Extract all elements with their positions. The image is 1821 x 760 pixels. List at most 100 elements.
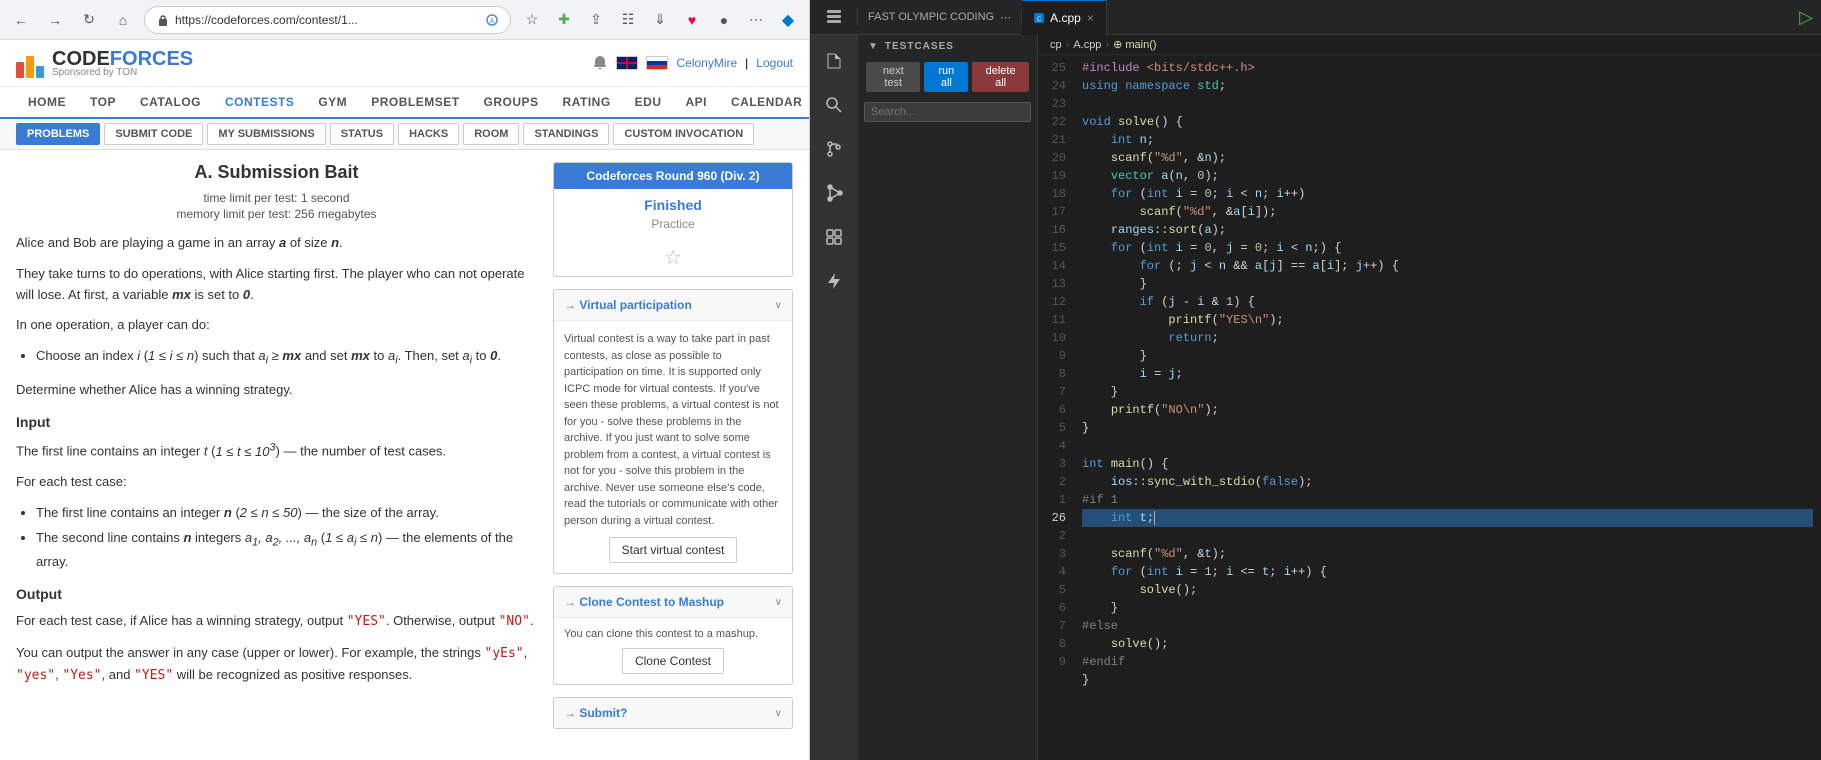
- submit-chevron: ∨: [775, 708, 782, 719]
- tab-close-btn[interactable]: ×: [1087, 11, 1094, 25]
- contest-status: Finished Practice: [554, 189, 792, 239]
- star-row: ☆: [554, 239, 792, 276]
- subnav-status[interactable]: STATUS: [330, 123, 394, 145]
- subnav-custom-invocation[interactable]: CUSTOM INVOCATION: [613, 123, 754, 145]
- profile2-button[interactable]: ●: [711, 7, 737, 33]
- next-test-button[interactable]: next test: [866, 62, 920, 92]
- ru-flag: [646, 56, 668, 70]
- home-button[interactable]: ⌂: [110, 7, 136, 33]
- vscode-sidebar-toggle[interactable]: [810, 8, 858, 26]
- nav-api[interactable]: API: [674, 87, 720, 117]
- bookmark-button[interactable]: ☆: [519, 7, 545, 33]
- nav-catalog[interactable]: CATALOG: [128, 87, 213, 117]
- memory-limit: memory limit per test: 256 megabytes: [16, 207, 537, 221]
- address-bar[interactable]: https://codeforces.com/contest/1... A: [144, 6, 511, 34]
- collections-button[interactable]: ☷: [615, 7, 641, 33]
- username-link[interactable]: CelonyMire: [676, 56, 737, 70]
- subnav-submit-code[interactable]: SUBMIT CODE: [104, 123, 203, 145]
- virtual-body: Virtual contest is a way to take part in…: [554, 321, 792, 573]
- contest-status-practice[interactable]: Practice: [562, 217, 784, 231]
- clone-contest-button[interactable]: Clone Contest: [622, 648, 724, 674]
- profile-button[interactable]: ♥: [679, 7, 705, 33]
- clone-contest-box: → Clone Contest to Mashup ∨ You can clon…: [553, 586, 793, 685]
- extensions-button[interactable]: ✚: [551, 7, 577, 33]
- vscode-tabs: FAST OLYMPIC CODING ⋯ C A.cpp × ▷: [810, 0, 1821, 35]
- run-all-button[interactable]: run all: [924, 62, 968, 92]
- explorer-icon: [825, 8, 843, 26]
- cf-header-right: CelonyMire | Logout: [592, 55, 793, 71]
- favorite-star[interactable]: ☆: [664, 245, 682, 270]
- activity-search[interactable]: [816, 87, 852, 123]
- subnav-my-submissions[interactable]: MY SUBMISSIONS: [207, 123, 325, 145]
- run-button[interactable]: ▷: [1799, 7, 1813, 28]
- contest-status-finished[interactable]: Finished: [562, 197, 784, 213]
- nav-top[interactable]: TOP: [78, 87, 128, 117]
- share-button[interactable]: ⇪: [583, 7, 609, 33]
- activity-source-control[interactable]: [816, 131, 852, 167]
- submit-header[interactable]: → Submit? ∨: [554, 698, 792, 728]
- activity-files[interactable]: [816, 43, 852, 79]
- section-input: Input: [16, 411, 537, 433]
- tab-a-cpp[interactable]: C A.cpp ×: [1022, 0, 1107, 35]
- nav-gym[interactable]: GYM: [306, 87, 359, 117]
- code-content[interactable]: #include <bits/stdc++.h> using namespace…: [1074, 55, 1821, 760]
- certificate-icon: A: [486, 14, 498, 26]
- virtual-participation-header[interactable]: → Virtual participation ∨: [554, 290, 792, 321]
- fast-olympic-label: FAST OLYMPIC CODING ⋯: [858, 11, 1022, 24]
- nav-calendar[interactable]: CALENDAR: [719, 87, 809, 117]
- subnav-room[interactable]: ROOM: [463, 123, 519, 145]
- vscode-code-area[interactable]: 25 24 23 22 21 20 19 18 17 16 15 14 13 1…: [1038, 55, 1821, 760]
- subnav-problems[interactable]: PROBLEMS: [16, 123, 100, 145]
- breadcrumb-sep2: ›: [1105, 39, 1109, 51]
- nav-edu[interactable]: EDU: [623, 87, 674, 117]
- activity-lightning[interactable]: [816, 263, 852, 299]
- start-virtual-contest-button[interactable]: Start virtual contest: [609, 537, 738, 563]
- delete-all-button[interactable]: delete all: [972, 62, 1029, 92]
- activity-run-debug[interactable]: [816, 175, 852, 211]
- back-button[interactable]: ←: [8, 7, 34, 33]
- edge-button[interactable]: ◆: [775, 7, 801, 33]
- more-button[interactable]: ⋯: [743, 7, 769, 33]
- search-input[interactable]: [864, 102, 1031, 122]
- nav-home[interactable]: HOME: [16, 87, 78, 117]
- problem-title: A. Submission Bait: [16, 162, 537, 183]
- nav-problemset[interactable]: PROBLEMSET: [359, 87, 471, 117]
- cf-subnav: PROBLEMS SUBMIT CODE MY SUBMISSIONS STAT…: [0, 119, 809, 150]
- subnav-standings[interactable]: STANDINGS: [523, 123, 609, 145]
- download-button[interactable]: ⇓: [647, 7, 673, 33]
- testcases-collapse[interactable]: ▼: [868, 41, 879, 52]
- vscode-panel: FAST OLYMPIC CODING ⋯ C A.cpp × ▷: [810, 0, 1821, 760]
- submit-header-text: → Submit?: [564, 706, 627, 720]
- cf-main: A. Submission Bait time limit per test: …: [0, 150, 809, 741]
- testcases-search: [858, 96, 1037, 128]
- refresh-button[interactable]: ↻: [76, 7, 102, 33]
- virtual-participation-box: → Virtual participation ∨ Virtual contes…: [553, 289, 793, 574]
- virtual-header-text: → Virtual participation: [564, 298, 692, 312]
- cf-header: CODEFORCES Sponsored by TON: [0, 40, 809, 87]
- clone-description: You can clone this contest to a mashup.: [564, 628, 782, 640]
- testcases-actions: next test run all delete all: [858, 58, 1037, 96]
- virtual-description: Virtual contest is a way to take part in…: [564, 331, 782, 529]
- breadcrumb-file: A.cpp: [1073, 39, 1101, 51]
- activity-extensions[interactable]: [816, 219, 852, 255]
- vscode-activity-bar: [810, 35, 858, 760]
- cf-problem: A. Submission Bait time limit per test: …: [16, 162, 537, 729]
- browser-panel: ← → ↻ ⌂ https://codeforces.com/contest/1…: [0, 0, 810, 760]
- ellipsis-menu[interactable]: ⋯: [1000, 11, 1011, 24]
- logout-link[interactable]: Logout: [756, 56, 793, 70]
- url-text: https://codeforces.com/contest/1...: [175, 13, 480, 27]
- cpp-file-icon: C: [1034, 13, 1044, 23]
- nav-contests[interactable]: CONTESTS: [213, 87, 306, 119]
- nav-groups[interactable]: GROUPS: [472, 87, 551, 117]
- cf-nav: HOME TOP CATALOG CONTESTS GYM PROBLEMSET…: [0, 87, 809, 119]
- breadcrumb: cp › A.cpp › ⊕ main(): [1038, 35, 1821, 55]
- bell-icon: [592, 55, 608, 71]
- subnav-hacks[interactable]: HACKS: [398, 123, 459, 145]
- nav-rating[interactable]: RATING: [551, 87, 623, 117]
- clone-header-text: → Clone Contest to Mashup: [564, 595, 724, 609]
- testcases-title: TESTCASES: [885, 41, 954, 52]
- forward-button[interactable]: →: [42, 7, 68, 33]
- problem-meta: time limit per test: 1 second memory lim…: [16, 191, 537, 221]
- clone-contest-header[interactable]: → Clone Contest to Mashup ∨: [554, 587, 792, 618]
- vscode-body: ▼ TESTCASES next test run all delete all…: [810, 35, 1821, 760]
